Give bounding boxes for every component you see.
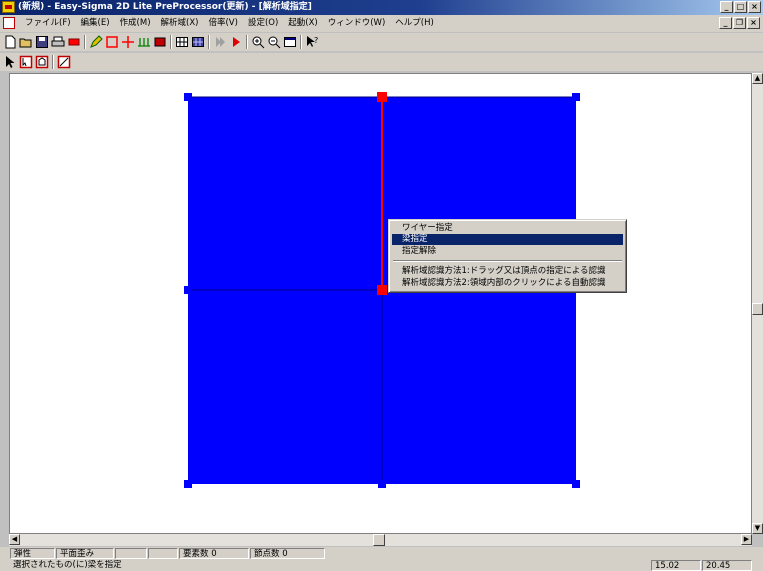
region-auto-icon[interactable] [35,55,49,69]
pencil-icon[interactable] [89,35,103,49]
toolbar-separator [84,35,86,49]
status-element-count: 要素数 0 [179,548,249,559]
menu-zoom[interactable]: 倍率(V) [203,17,242,30]
status-material: 弾性 [10,548,55,559]
ctx-recognition-method-2[interactable]: 解析域認識方法2:領域内部のクリックによる自動認識 [392,278,623,289]
scroll-right-button[interactable]: ▶ [741,534,752,545]
vertex-handle[interactable] [184,480,192,488]
status-message: 選択されたもの(に)梁を指定 [13,560,122,570]
arrow-cursor-icon[interactable] [3,55,17,69]
select-rect-icon[interactable] [105,35,119,49]
selected-vertex-handle[interactable] [377,92,387,102]
region-bottom-right[interactable] [382,290,576,484]
open-icon[interactable] [19,35,33,49]
maximize-button[interactable]: □ [734,1,747,13]
status-coord-x: 15.02 [651,560,701,571]
scroll-up-button[interactable]: ▲ [752,73,763,84]
play-icon[interactable] [213,35,227,49]
mesh-icon[interactable] [191,35,205,49]
region-select-icon[interactable] [19,55,33,69]
vertex-handle[interactable] [572,480,580,488]
ctx-separator [393,260,622,262]
close-button[interactable]: × [748,1,761,13]
vertical-scrollbar[interactable]: ▲ ▼ [752,73,763,534]
toolbar-separator [52,55,54,69]
selected-vertex-handle[interactable] [377,285,387,295]
ctx-recognition-method-1[interactable]: 解析域認識方法1:ドラッグ又は頂点の指定による認識 [392,266,623,277]
toolbar-separator [246,35,248,49]
status-cell-empty-1 [115,548,147,559]
drawing-canvas[interactable] [9,73,752,534]
toolbar-separator [170,35,172,49]
title-bar: (新規) - Easy-Sigma 2D Lite PreProcessor(更… [0,0,763,15]
vertical-scroll-thumb[interactable] [752,303,763,315]
region-clear-icon[interactable] [57,55,71,69]
vertex-handle[interactable] [184,286,192,294]
menu-launch[interactable]: 起動(X) [283,17,322,30]
new-icon[interactable] [3,35,17,49]
region-toolbar [0,53,763,71]
ctx-clear-assign[interactable]: 指定解除 [392,246,623,257]
menu-region[interactable]: 解析域(X) [156,17,204,30]
document-icon[interactable] [3,17,15,29]
zoom-in-icon[interactable] [251,35,265,49]
mdi-minimize-button[interactable]: _ [719,17,732,29]
status-cell-empty-2 [148,548,178,559]
menu-bar: ファイル(F) 編集(E) 作成(M) 解析域(X) 倍率(V) 設定(O) 起… [0,15,763,32]
vertex-handle[interactable] [378,480,386,488]
menu-create[interactable]: 作成(M) [115,17,156,30]
status-node-count: 節点数 0 [250,548,325,559]
run-icon[interactable] [229,35,243,49]
minimize-button[interactable]: _ [720,1,733,13]
menu-help[interactable]: ヘルプ(H) [390,17,439,30]
menu-edit[interactable]: 編集(E) [76,17,115,30]
scroll-down-button[interactable]: ▼ [752,523,763,534]
vertex-handle[interactable] [572,93,580,101]
support-icon[interactable] [137,35,151,49]
status-bar: 弾性 平面歪み 要素数 0 節点数 0 選択されたもの(に)梁を指定 15.02… [0,547,763,571]
ctx-beam-assign[interactable]: 梁指定 [392,234,623,245]
region-top-left[interactable] [188,97,382,290]
status-analysis-type: 平面歪み [56,548,114,559]
horizontal-scroll-thumb[interactable] [373,534,385,546]
horizontal-scrollbar[interactable]: ◀ ▶ [9,534,752,546]
ctx-wire-assign[interactable]: ワイヤー指定 [392,223,623,234]
help-cursor-icon[interactable]: ? [305,35,319,49]
scroll-left-button[interactable]: ◀ [9,534,20,545]
save-icon[interactable] [35,35,49,49]
toolbar-separator [208,35,210,49]
svg-text:?: ? [314,36,318,45]
grid-icon[interactable] [175,35,189,49]
load-icon[interactable] [153,35,167,49]
print-icon[interactable] [51,35,65,49]
menu-file[interactable]: ファイル(F) [20,17,76,30]
context-menu: ワイヤー指定 梁指定 指定解除 解析域認識方法1:ドラッグ又は頂点の指定による認… [388,219,627,293]
menu-window[interactable]: ウィンドウ(W) [323,17,391,30]
status-coord-y: 20.45 [702,560,752,571]
mdi-restore-button[interactable]: ❐ [733,17,746,29]
app-icon[interactable] [2,1,15,13]
region-bottom-left[interactable] [188,290,382,484]
node-icon[interactable] [121,35,135,49]
rect-icon[interactable] [67,35,81,49]
main-toolbar: ? [0,33,763,51]
toolbar-separator [300,35,302,49]
fit-icon[interactable] [283,35,297,49]
window-title: (新規) - Easy-Sigma 2D Lite PreProcessor(更… [18,2,312,12]
menu-settings[interactable]: 設定(O) [243,17,283,30]
vertex-handle[interactable] [184,93,192,101]
mdi-close-button[interactable]: × [747,17,760,29]
zoom-out-icon[interactable] [267,35,281,49]
model-view[interactable] [10,74,752,534]
